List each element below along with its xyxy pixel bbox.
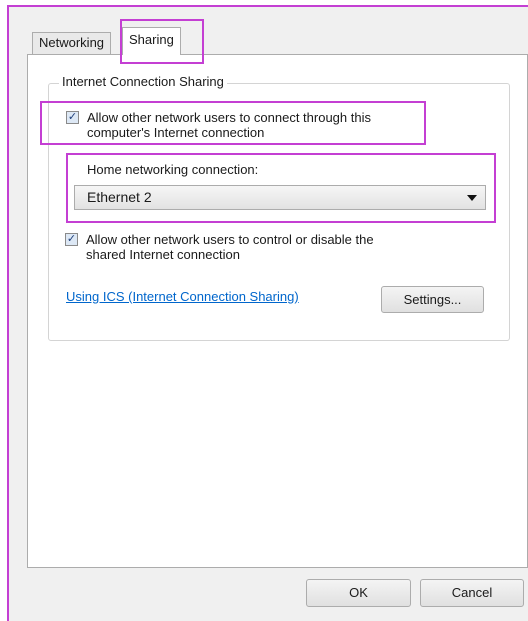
check-icon: ✓ (66, 233, 77, 245)
cancel-button[interactable]: Cancel (420, 579, 524, 607)
allow-connect-line2: computer's Internet connection (87, 125, 265, 140)
chevron-down-icon (467, 195, 477, 201)
allow-connect-line1: Allow other network users to connect thr… (87, 110, 371, 125)
sharing-tab-highlight (120, 19, 204, 64)
home-network-value: Ethernet 2 (87, 189, 152, 205)
settings-button[interactable]: Settings... (381, 286, 484, 313)
ok-button[interactable]: OK (306, 579, 411, 607)
allow-control-checkbox[interactable]: ✓ (65, 233, 78, 246)
home-network-label: Home networking connection: (87, 162, 259, 177)
home-network-dropdown[interactable]: Ethernet 2 (74, 185, 486, 210)
check-icon: ✓ (67, 111, 78, 123)
allow-control-label: Allow other network users to control or … (86, 232, 374, 262)
ics-group-title: Internet Connection Sharing (59, 74, 227, 89)
allow-connect-checkbox[interactable]: ✓ (66, 111, 79, 124)
allow-control-line1: Allow other network users to control or … (86, 232, 374, 247)
tab-networking[interactable]: Networking (32, 32, 112, 54)
ics-help-link[interactable]: Using ICS (Internet Connection Sharing) (66, 289, 299, 304)
allow-connect-label: Allow other network users to connect thr… (87, 110, 371, 140)
allow-control-line2: shared Internet connection (86, 247, 240, 262)
